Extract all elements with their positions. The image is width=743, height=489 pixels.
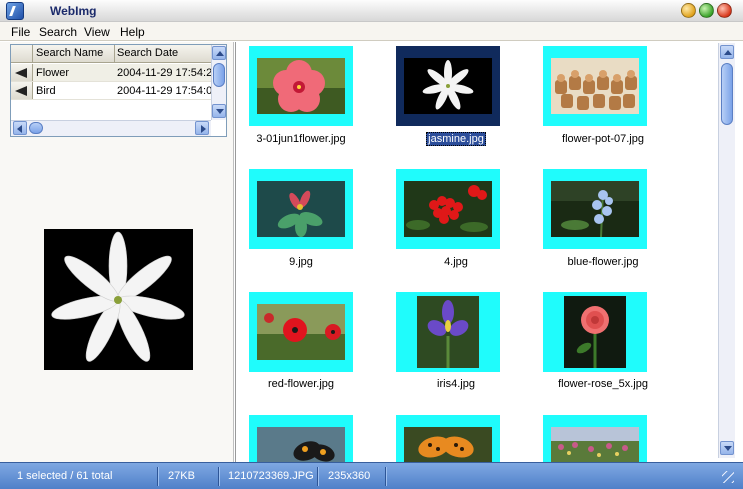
thumbnail-caption: flower-rose_5x.jpg	[558, 378, 648, 390]
scroll-left-button[interactable]	[13, 121, 27, 135]
status-bar: 1 selected / 61 total 27KB 1210723369.JP…	[0, 462, 743, 489]
arrow-up-icon	[724, 50, 732, 55]
scroll-up-button[interactable]	[720, 45, 734, 59]
thumbnail-caption: jasmine.jpg	[426, 132, 486, 146]
thumbnail-flower-pot-07[interactable]	[543, 46, 647, 126]
scroll-down-button[interactable]	[212, 104, 226, 118]
flower-pots-image	[551, 58, 639, 114]
status-separator	[157, 467, 159, 486]
row-date: 2004-11-29 17:54:2	[117, 67, 213, 79]
thumbnail-garden[interactable]	[543, 415, 647, 462]
thumbnail-jasmine[interactable]	[396, 46, 500, 126]
column-search-name[interactable]: Search Name	[36, 47, 103, 59]
resize-grip-icon[interactable]	[722, 471, 734, 483]
thumbnail-butterfly-1[interactable]	[249, 415, 353, 462]
thumbnail-caption: 4.jpg	[444, 256, 468, 268]
column-divider[interactable]	[114, 45, 115, 63]
scroll-thumb[interactable]	[721, 63, 733, 125]
search-history-table: Search Name Search Date Flower 2004-11-2…	[10, 44, 227, 137]
scroll-right-button[interactable]	[195, 121, 209, 135]
minimize-button[interactable]	[681, 3, 696, 18]
status-filename: 1210723369.JPG	[228, 470, 314, 482]
menu-help[interactable]: Help	[120, 25, 145, 39]
table-corner	[11, 45, 33, 63]
status-file-size: 27KB	[168, 470, 195, 482]
arrow-right-icon	[201, 125, 206, 133]
thumbnail-red-flower[interactable]	[249, 292, 353, 372]
thumbnail-caption: red-flower.jpg	[267, 378, 335, 390]
left-pane: Search Name Search Date Flower 2004-11-2…	[0, 42, 234, 462]
grid-vertical-scrollbar[interactable]	[718, 43, 735, 458]
table-row[interactable]: Bird 2004-11-29 17:54:0	[11, 82, 213, 100]
orange-butterfly-image	[404, 427, 492, 462]
row-pointer-icon	[15, 86, 27, 96]
row-handle[interactable]	[11, 64, 33, 81]
table-row[interactable]: Flower 2004-11-29 17:54:2	[11, 64, 213, 82]
scroll-up-button[interactable]	[212, 46, 226, 60]
scroll-thumb[interactable]	[29, 122, 43, 134]
status-separator	[218, 467, 220, 486]
garden-image	[551, 427, 639, 462]
status-separator	[317, 467, 319, 486]
arrow-up-icon	[216, 51, 224, 56]
thumbnail-3-01jun1flower[interactable]	[249, 46, 353, 126]
row-name: Flower	[36, 67, 70, 79]
row-handle[interactable]	[11, 82, 33, 99]
scroll-thumb[interactable]	[213, 63, 225, 87]
menu-bar: File Search View Help	[0, 22, 743, 41]
image-preview	[44, 229, 193, 370]
row-date: 2004-11-29 17:54:0	[117, 85, 213, 97]
row-name: Bird	[36, 85, 56, 97]
blue-flower-image	[551, 181, 639, 237]
window-title: WebImg	[50, 4, 97, 18]
menu-search[interactable]: Search	[39, 25, 77, 39]
hibiscus-image	[257, 58, 345, 114]
thumbnail-caption: flower-pot-07.jpg	[562, 133, 644, 145]
menu-file[interactable]: File	[11, 25, 30, 39]
arrow-down-icon	[216, 109, 224, 114]
title-bar: WebImg	[0, 0, 743, 22]
status-separator	[385, 467, 387, 486]
app-logo-icon	[6, 2, 24, 20]
butterfly-image	[257, 427, 345, 462]
thumbnail-blue-flower[interactable]	[543, 169, 647, 249]
iris-image	[417, 296, 479, 368]
close-button[interactable]	[717, 3, 732, 18]
table-header: Search Name Search Date	[11, 45, 211, 63]
arrow-down-icon	[724, 446, 732, 451]
column-search-date[interactable]: Search Date	[117, 47, 178, 59]
scroll-down-button[interactable]	[720, 441, 734, 455]
green-flower-image	[257, 181, 345, 237]
table-horizontal-scrollbar[interactable]	[11, 120, 211, 136]
status-dimensions: 235x360	[328, 470, 371, 482]
rose-image	[564, 296, 626, 368]
status-selection: 1 selected / 61 total	[17, 470, 113, 482]
thumbnail-iris4[interactable]	[396, 292, 500, 372]
thumbnail-caption: 9.jpg	[289, 256, 313, 268]
row-pointer-icon	[15, 68, 27, 78]
arrow-left-icon	[17, 125, 22, 133]
thumbnail-flower-rose-5x[interactable]	[543, 292, 647, 372]
thumbnail-4[interactable]	[396, 169, 500, 249]
maximize-button[interactable]	[699, 3, 714, 18]
thumbnail-9[interactable]	[249, 169, 353, 249]
thumbnail-butterfly-2[interactable]	[396, 415, 500, 462]
thumbnail-caption: iris4.jpg	[437, 378, 475, 390]
jasmine-preview-image	[44, 229, 193, 370]
menu-view[interactable]: View	[84, 25, 110, 39]
jasmine-image	[404, 58, 492, 114]
red-cluster-image	[404, 181, 492, 237]
thumbnail-caption: blue-flower.jpg	[567, 256, 639, 268]
table-vertical-scrollbar[interactable]	[211, 45, 226, 120]
red-poppies-image	[257, 304, 345, 360]
thumbnail-caption: 3-01jun1flower.jpg	[256, 133, 346, 145]
